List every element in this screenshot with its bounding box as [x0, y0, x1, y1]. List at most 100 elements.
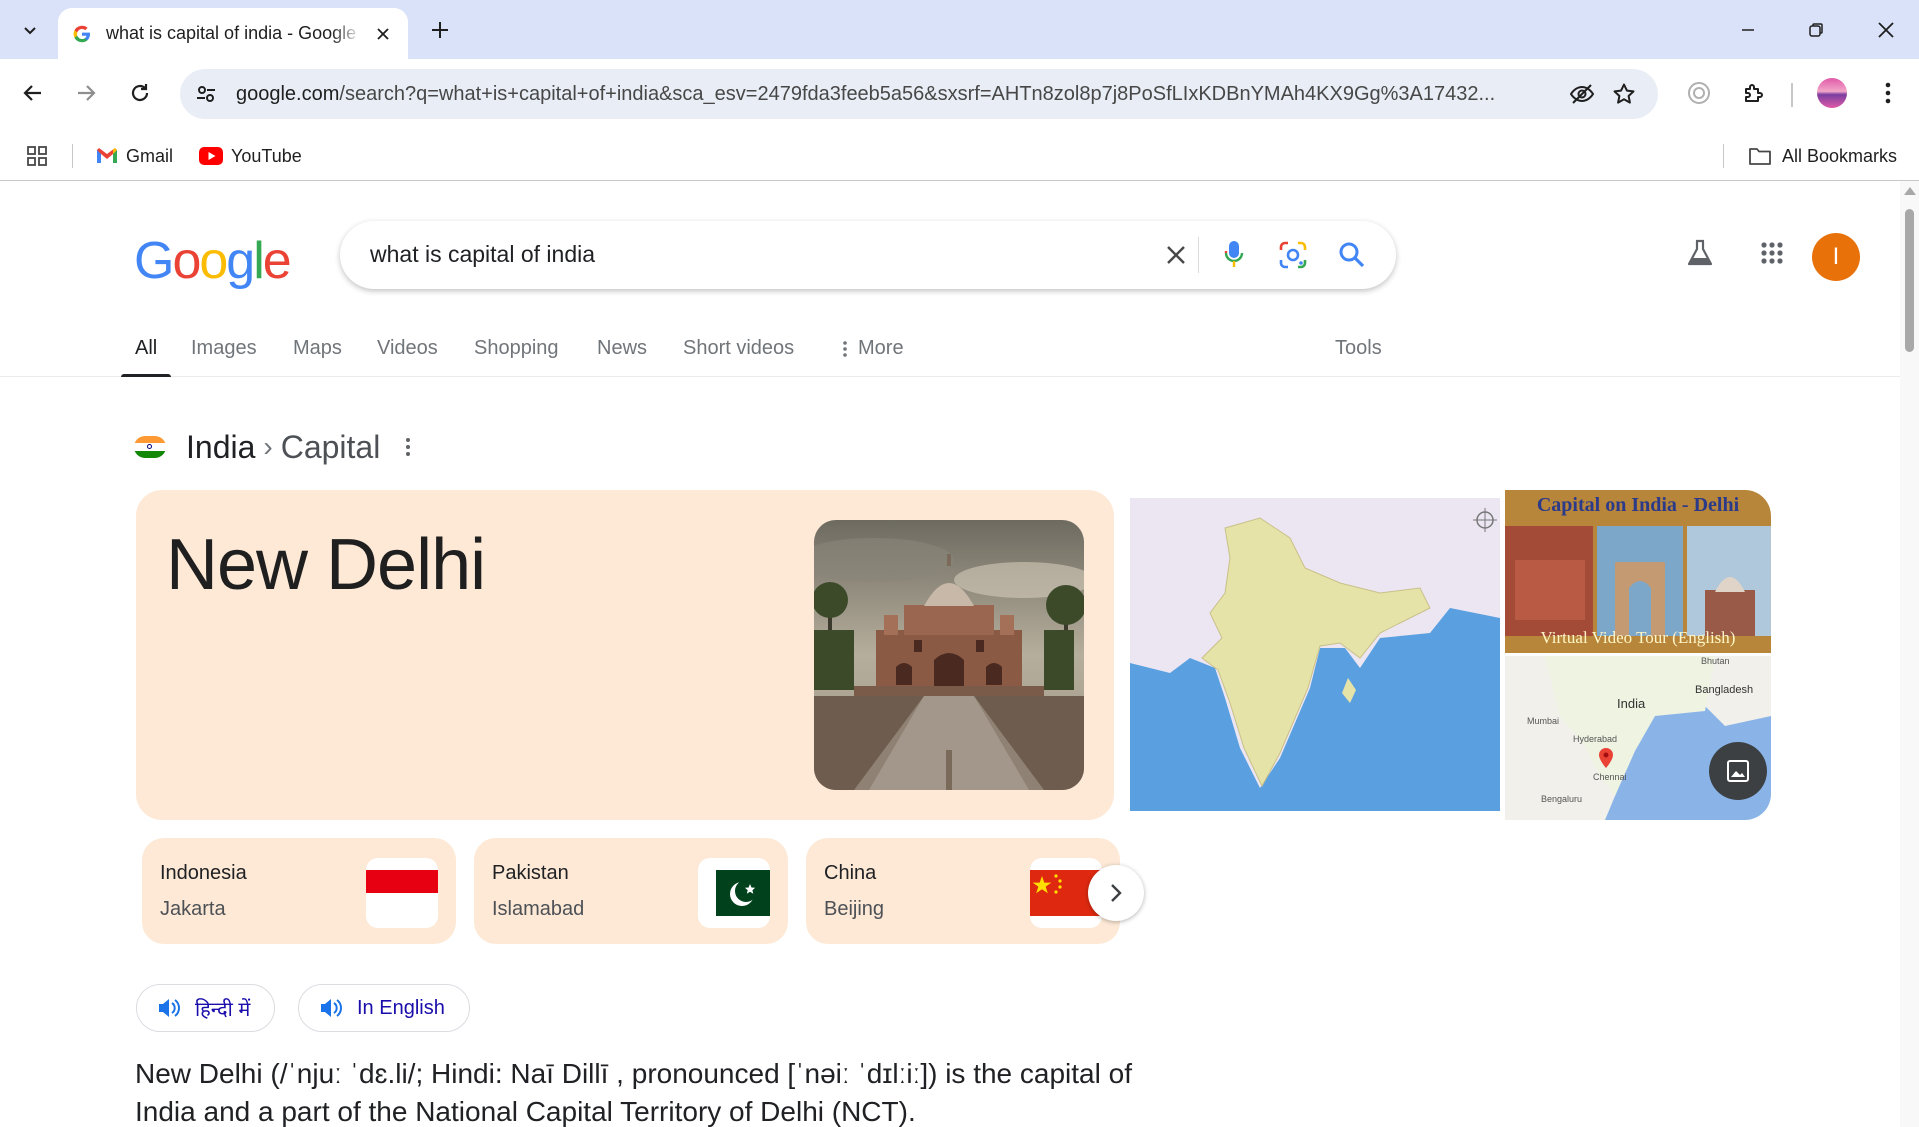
close-icon — [1878, 22, 1894, 38]
pronounce-hindi-button[interactable]: हिन्दी में — [136, 984, 276, 1032]
tab-maps[interactable]: Maps — [293, 329, 342, 377]
more-vert-icon — [1885, 82, 1891, 104]
google-apps-button[interactable] — [1752, 233, 1792, 273]
forward-button[interactable] — [66, 73, 106, 113]
search-labs-button[interactable] — [1680, 233, 1720, 273]
bookmark-star-button[interactable] — [1604, 74, 1644, 114]
speaker-icon — [159, 999, 180, 1017]
related-capital-card[interactable]: China Beijing — [806, 838, 1120, 944]
tab-search-button[interactable] — [10, 12, 50, 48]
map-pin-icon — [1599, 748, 1613, 768]
tab-videos[interactable]: Videos — [377, 329, 438, 377]
tracking-protection-button[interactable] — [1562, 74, 1602, 114]
related-country: Pakistan — [492, 862, 569, 884]
browser-tab[interactable]: what is capital of india - Google Search — [58, 8, 408, 59]
related-country: China — [824, 862, 877, 884]
eye-off-icon — [1569, 84, 1595, 104]
arrow-right-icon — [78, 85, 96, 101]
extensions-button[interactable] — [1734, 73, 1774, 113]
chrome-menu-button[interactable] — [1868, 73, 1908, 113]
video-tour-thumbnail[interactable]: Capital on India - Delhi Virtual Video T… — [1505, 490, 1771, 653]
google-logo[interactable]: Google — [134, 231, 292, 291]
more-options-button[interactable] — [398, 437, 418, 457]
search-input[interactable]: what is capital of india — [370, 241, 595, 268]
tune-icon — [197, 86, 215, 102]
pronounce-hindi-label: हिन्दी में — [195, 998, 251, 1021]
google-favicon-icon — [73, 25, 90, 42]
related-capital: Islamabad — [492, 898, 585, 920]
monument-photo[interactable] — [814, 520, 1084, 790]
knowledge-breadcrumb: India › Capital — [134, 427, 418, 467]
tools-button[interactable]: Tools — [1335, 329, 1382, 377]
apps-shortcut[interactable] — [26, 140, 48, 172]
tab-more-label: More — [858, 337, 904, 359]
tab-shopping[interactable]: Shopping — [474, 329, 559, 377]
grid-icon — [27, 146, 47, 166]
video-title-top: Capital on India - Delhi — [1536, 494, 1740, 516]
bookmark-gmail[interactable]: Gmail — [96, 140, 173, 172]
related-capital-card[interactable]: Indonesia Jakarta — [142, 838, 456, 944]
bookmark-label: YouTube — [231, 145, 302, 166]
answer-title: New Delhi — [166, 525, 486, 605]
lens-search-button[interactable] — [1273, 235, 1313, 275]
clear-search-button[interactable] — [1156, 235, 1196, 275]
address-bar[interactable]: google.com/search?q=what+is+capital+of+i… — [180, 69, 1658, 119]
page-scrollbar[interactable] — [1900, 181, 1919, 1127]
related-next-button[interactable] — [1088, 865, 1144, 921]
video-title-bottom: Virtual Video Tour (English) — [1540, 628, 1736, 647]
map-label-hyderabad: Hyderabad — [1573, 734, 1618, 744]
scroll-thumb[interactable] — [1905, 209, 1914, 352]
tab-news[interactable]: News — [597, 329, 647, 377]
breadcrumb-entity[interactable]: India — [186, 429, 255, 466]
restore-icon — [1809, 23, 1823, 37]
reload-button[interactable] — [120, 73, 160, 113]
url-path: /search?q=what+is+capital+of+india&sca_e… — [339, 82, 1496, 105]
tab-images[interactable]: Images — [191, 329, 257, 377]
search-submit-button[interactable] — [1332, 235, 1372, 275]
view-images-button[interactable] — [1709, 742, 1767, 800]
new-tab-button[interactable] — [424, 14, 456, 46]
profile-avatar — [1817, 78, 1847, 108]
microphone-icon — [1224, 241, 1244, 267]
close-window-button[interactable] — [1858, 6, 1914, 54]
restore-button[interactable] — [1788, 6, 1844, 54]
tab-close-icon[interactable] — [372, 23, 394, 45]
related-capital: Jakarta — [160, 898, 226, 920]
voice-search-button[interactable] — [1214, 235, 1254, 275]
bookmarks-divider — [72, 144, 73, 168]
india-map-image[interactable] — [1130, 498, 1500, 811]
star-icon — [1613, 83, 1635, 104]
pronounce-english-label: In English — [357, 996, 445, 1019]
india-flag-icon — [134, 436, 166, 458]
map-label-india: India — [1617, 696, 1646, 711]
tomb-illustration — [814, 520, 1084, 790]
back-button[interactable] — [13, 73, 53, 113]
site-info-button[interactable] — [186, 74, 226, 114]
answer-description: New Delhi (/ˈnjuː ˈdɛ.li/; Hindi: Naī Di… — [135, 1058, 1132, 1127]
all-bookmarks-button[interactable]: All Bookmarks — [1748, 140, 1897, 172]
apps-grid-icon — [1761, 242, 1783, 264]
profile-button[interactable] — [1812, 73, 1852, 113]
minimize-button[interactable] — [1720, 6, 1776, 54]
performance-button[interactable] — [1679, 73, 1719, 113]
account-avatar[interactable]: I — [1812, 233, 1860, 281]
search-box[interactable]: what is capital of india — [340, 221, 1396, 289]
scroll-up-arrow-icon[interactable] — [1904, 187, 1916, 195]
image-icon — [1727, 760, 1749, 782]
related-capital-card[interactable]: Pakistan Islamabad — [474, 838, 788, 944]
tab-strip: what is capital of india - Google Search — [0, 0, 1919, 59]
pronounce-english-button[interactable]: In English — [298, 984, 470, 1032]
url-host: google.com — [236, 82, 340, 105]
tab-more[interactable]: More — [842, 329, 904, 377]
tab-all[interactable]: All — [120, 329, 172, 377]
toolbar-divider — [1791, 83, 1793, 107]
answer-card: New Delhi — [136, 490, 1114, 820]
folder-icon — [1749, 148, 1771, 165]
bookmark-youtube[interactable]: YouTube — [199, 140, 302, 172]
youtube-icon — [199, 147, 223, 165]
close-icon — [1167, 246, 1185, 264]
tab-short-videos[interactable]: Short videos — [683, 329, 794, 377]
related-country: Indonesia — [160, 862, 247, 884]
map-label-bhutan: Bhutan — [1701, 656, 1730, 666]
plus-icon — [432, 22, 448, 38]
